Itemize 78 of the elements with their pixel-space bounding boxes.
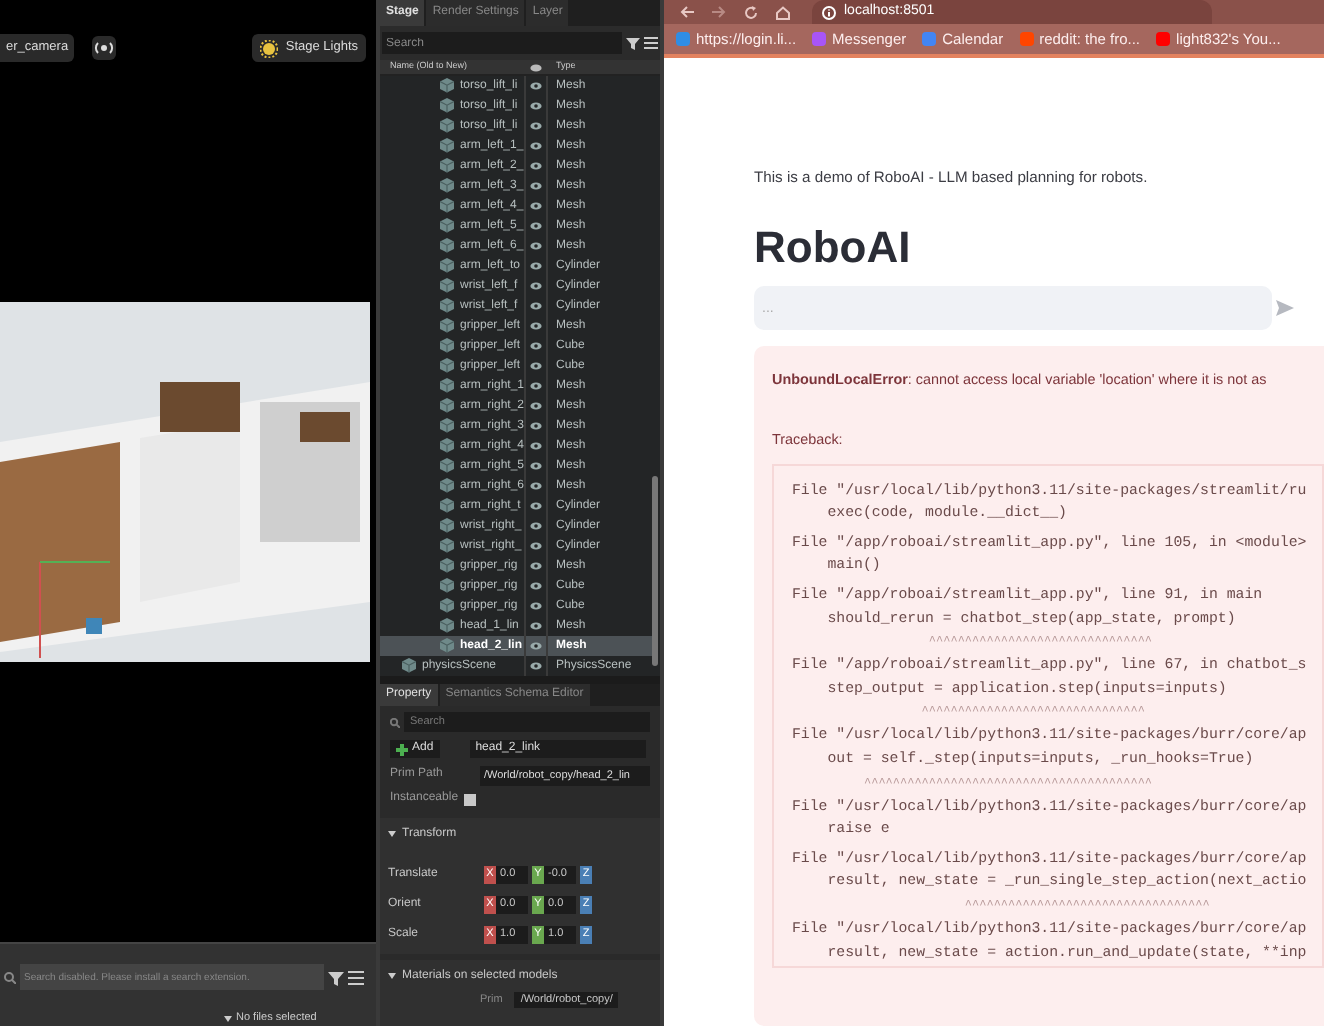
cube-icon	[440, 178, 454, 194]
cube-icon	[440, 338, 454, 354]
cube-icon	[440, 258, 454, 274]
sun-icon	[259, 39, 278, 57]
eye-icon	[524, 496, 548, 516]
cube-icon	[402, 658, 416, 674]
cube-icon	[440, 158, 454, 174]
cube-icon	[440, 318, 454, 334]
cube-icon	[440, 398, 454, 414]
eye-icon	[524, 156, 548, 176]
cube-icon	[440, 218, 454, 234]
cube-icon	[440, 298, 454, 314]
eye-icon	[524, 396, 548, 416]
eye-icon	[524, 436, 548, 456]
cube-icon	[440, 438, 454, 454]
eye-icon	[524, 196, 548, 216]
eye-icon	[524, 636, 548, 656]
eye-icon	[524, 356, 548, 376]
filter-icon	[626, 36, 640, 50]
eye-icon	[524, 176, 548, 196]
cube-icon	[440, 98, 454, 114]
plus-icon	[396, 743, 408, 755]
eye-icon	[524, 576, 548, 596]
cube-icon	[440, 278, 454, 294]
caret-icon	[388, 830, 396, 838]
caret-icon	[388, 972, 396, 980]
caret-icon	[224, 1015, 232, 1021]
eye-icon	[524, 236, 548, 256]
cube-icon	[440, 458, 454, 474]
menu-icon	[644, 36, 658, 50]
checkbox[interactable]	[464, 793, 477, 805]
cube-icon	[440, 618, 454, 634]
cube-icon	[440, 358, 454, 374]
cube-icon	[440, 638, 454, 654]
cube-icon	[440, 498, 454, 514]
eye-icon	[524, 216, 548, 236]
cube-icon	[440, 78, 454, 94]
eye-icon	[524, 336, 548, 356]
eye-icon	[524, 296, 548, 316]
eye-icon	[524, 376, 548, 396]
scrollbar[interactable]	[652, 476, 658, 666]
search-icon	[4, 971, 16, 983]
eye-icon	[524, 96, 548, 116]
back-arrow-icon	[680, 6, 694, 18]
cube-icon	[440, 518, 454, 534]
eye-icon	[524, 516, 548, 536]
cube-icon	[440, 578, 454, 594]
eye-icon	[524, 276, 548, 296]
cube-icon	[440, 418, 454, 434]
send-icon	[1276, 300, 1294, 316]
cube-icon	[440, 238, 454, 254]
cube-icon	[440, 538, 454, 554]
cube-icon	[440, 558, 454, 574]
eye-icon	[524, 316, 548, 336]
reload-icon	[744, 5, 758, 19]
eye-icon	[524, 256, 548, 276]
eye-icon	[524, 556, 548, 576]
eye-icon	[524, 116, 548, 136]
eye-icon	[524, 476, 548, 496]
eye-icon	[524, 136, 548, 156]
eye-icon	[524, 416, 548, 436]
cube-icon	[440, 378, 454, 394]
cube-icon	[440, 478, 454, 494]
eye-icon	[524, 456, 548, 476]
info-icon	[822, 5, 836, 19]
broadcast-icon	[92, 36, 117, 60]
menu-icon	[348, 969, 364, 985]
page-title: RoboAI	[754, 222, 913, 274]
search-icon	[390, 717, 400, 727]
eye-icon	[524, 596, 548, 616]
cube-icon	[440, 118, 454, 134]
cube-icon	[440, 198, 454, 214]
home-icon	[776, 5, 790, 19]
cube-icon	[440, 138, 454, 154]
filter-icon	[328, 969, 344, 985]
cube-icon	[440, 598, 454, 614]
eye-icon	[524, 536, 548, 556]
forward-arrow-icon	[712, 6, 726, 18]
